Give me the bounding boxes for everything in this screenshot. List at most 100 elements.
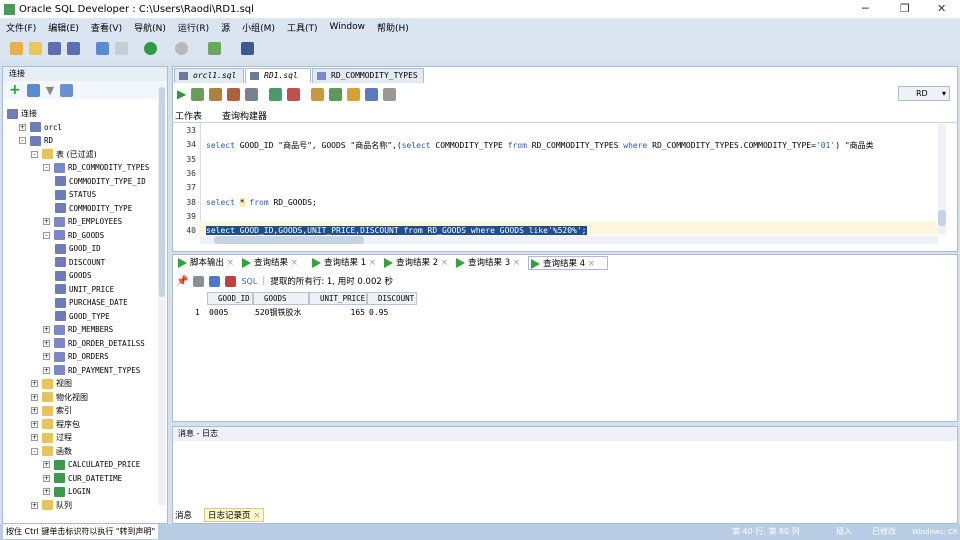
- minimize-button[interactable]: ─: [862, 2, 869, 15]
- result-tab[interactable]: 查询结果 3 ×: [454, 256, 526, 270]
- result-tab[interactable]: 脚本输出 ×: [176, 256, 238, 270]
- refresh-icon[interactable]: [209, 275, 221, 287]
- refresh-icon[interactable]: [26, 83, 40, 97]
- result-tab[interactable]: 查询结果 ×: [240, 256, 308, 270]
- expand-icon[interactable]: +: [31, 393, 38, 401]
- tools-icon[interactable]: [383, 87, 397, 101]
- table-cell[interactable]: 0.95: [369, 306, 415, 319]
- db-icon[interactable]: [241, 41, 254, 55]
- expand-icon[interactable]: +: [43, 353, 50, 360]
- filter-icon[interactable]: ▼: [46, 84, 54, 97]
- column-header[interactable]: DISCOUNT: [367, 292, 417, 305]
- tree-item[interactable]: PURCHASE_DATE: [55, 296, 128, 309]
- expand-icon[interactable]: +: [43, 339, 50, 347]
- expand-icon[interactable]: +: [43, 474, 50, 482]
- close-tab-icon[interactable]: ×: [224, 258, 234, 268]
- expand-icon[interactable]: +: [31, 501, 38, 509]
- tree-item[interactable]: + RD_PAYMENT_TYPES: [43, 364, 140, 377]
- expand-icon[interactable]: +: [43, 488, 50, 495]
- menu-item-9[interactable]: 帮助(H): [377, 21, 409, 34]
- sql-history-icon[interactable]: [311, 87, 325, 101]
- menu-item-5[interactable]: 源: [221, 21, 230, 34]
- export-icon[interactable]: [225, 275, 237, 287]
- collapse-icon[interactable]: -: [31, 447, 38, 455]
- subtab-worksheet[interactable]: 工作表: [175, 109, 202, 122]
- subtab-query-builder[interactable]: 查询构建器: [222, 109, 267, 122]
- collapse-icon[interactable]: -: [43, 231, 50, 239]
- column-header[interactable]: GOODS: [253, 292, 309, 305]
- tree-item[interactable]: - 函数: [31, 445, 72, 458]
- pin-icon[interactable]: 📌: [176, 276, 188, 287]
- menu-item-0[interactable]: 文件(F): [6, 21, 36, 34]
- expand-icon[interactable]: +: [43, 366, 50, 374]
- collapse-icon[interactable]: -: [31, 150, 38, 158]
- table-cell[interactable]: 0005: [209, 306, 251, 319]
- tree-item[interactable]: + RD_EMPLOYEES: [43, 215, 122, 228]
- editor-tab[interactable]: RD1.sql: [245, 68, 311, 83]
- sql-worksheet-icon[interactable]: [208, 41, 221, 55]
- tree-item[interactable]: + CUR_DATETIME: [43, 472, 122, 485]
- expand-icon[interactable]: +: [31, 380, 38, 387]
- editor-vscrollbar[interactable]: [938, 124, 946, 234]
- collapse-icon[interactable]: -: [19, 137, 26, 144]
- undo-icon[interactable]: [96, 41, 109, 55]
- editor-hscrollbar[interactable]: [200, 236, 938, 244]
- menu-item-8[interactable]: Window: [330, 22, 366, 32]
- tuning-icon[interactable]: [365, 87, 379, 101]
- clear-icon[interactable]: [287, 87, 301, 101]
- column-header[interactable]: UNIT_PRICE: [309, 292, 367, 305]
- tree-item[interactable]: STATUS: [55, 188, 96, 201]
- tree-item[interactable]: - RD_GOODS: [43, 229, 104, 242]
- result-tab[interactable]: 查询结果 2 ×: [382, 256, 452, 270]
- tab-logging-page[interactable]: 日志记录页 ×: [204, 508, 265, 522]
- maximize-button[interactable]: ❐: [900, 2, 910, 15]
- connection-select[interactable]: RD ▾: [898, 86, 950, 101]
- menu-item-3[interactable]: 导航(N): [134, 21, 166, 34]
- table-cell[interactable]: 520钢铁胶水: [255, 306, 307, 319]
- tree-item[interactable]: COMMODITY_TYPE_ID: [55, 175, 146, 188]
- tree-item[interactable]: DISCOUNT: [55, 256, 105, 269]
- close-tab-icon[interactable]: ×: [366, 258, 376, 268]
- expand-icon[interactable]: +: [31, 407, 38, 414]
- editor-tab[interactable]: RD_COMMODITY_TYPES: [312, 68, 424, 83]
- column-header[interactable]: GOOD_ID: [207, 292, 253, 305]
- run-script-icon[interactable]: [191, 87, 205, 101]
- close-tab-icon[interactable]: ×: [585, 259, 595, 269]
- tree-item[interactable]: + 队列: [31, 499, 72, 512]
- rollback-icon[interactable]: [227, 87, 241, 101]
- menu-item-1[interactable]: 编辑(E): [48, 21, 79, 34]
- schema-browser-icon[interactable]: [60, 83, 74, 97]
- expand-icon[interactable]: +: [43, 461, 50, 468]
- print-icon[interactable]: [193, 275, 205, 287]
- code-line[interactable]: select GOOD_ID "商品号", GOODS "商品名称",(sele…: [206, 140, 874, 151]
- menu-item-2[interactable]: 查看(V): [91, 21, 122, 34]
- code-line[interactable]: select GOOD_ID,GOODS,UNIT_PRICE,DISCOUNT…: [206, 226, 587, 236]
- tree-item[interactable]: + 过程: [31, 431, 72, 444]
- commit-icon[interactable]: [209, 87, 223, 101]
- save-icon[interactable]: [48, 41, 61, 55]
- tree-item[interactable]: 连接: [7, 107, 37, 120]
- tree-item[interactable]: COMMODITY_TYPE: [55, 202, 132, 215]
- close-button[interactable]: ✕: [937, 2, 946, 15]
- autotrace-icon[interactable]: [269, 87, 283, 101]
- tree-item[interactable]: + LOGIN: [43, 485, 91, 498]
- close-tab-icon[interactable]: ×: [438, 258, 448, 268]
- forward-icon[interactable]: [175, 41, 188, 55]
- new-icon[interactable]: [10, 41, 23, 55]
- table-cell[interactable]: 165: [311, 306, 365, 319]
- tree-item[interactable]: + 索引: [31, 404, 72, 417]
- open-icon[interactable]: [29, 41, 42, 55]
- expand-icon[interactable]: +: [19, 123, 26, 131]
- tree-item[interactable]: + 程序包: [31, 418, 80, 431]
- result-tab[interactable]: 查询结果 1 ×: [310, 256, 380, 270]
- tree-item[interactable]: GOOD_TYPE: [55, 310, 110, 323]
- menu-item-4[interactable]: 运行(R): [178, 21, 209, 34]
- sql-button[interactable]: SQL: [241, 277, 257, 286]
- collapse-icon[interactable]: -: [43, 164, 50, 171]
- add-connection-icon[interactable]: +: [9, 82, 21, 98]
- expand-icon[interactable]: +: [31, 420, 38, 428]
- tree-item[interactable]: + 视图: [31, 377, 72, 390]
- tree-item[interactable]: - 表 (已过滤): [31, 148, 97, 161]
- expand-icon[interactable]: +: [43, 326, 50, 333]
- tree-item[interactable]: + RD_ORDER_DETAILSS: [43, 337, 145, 350]
